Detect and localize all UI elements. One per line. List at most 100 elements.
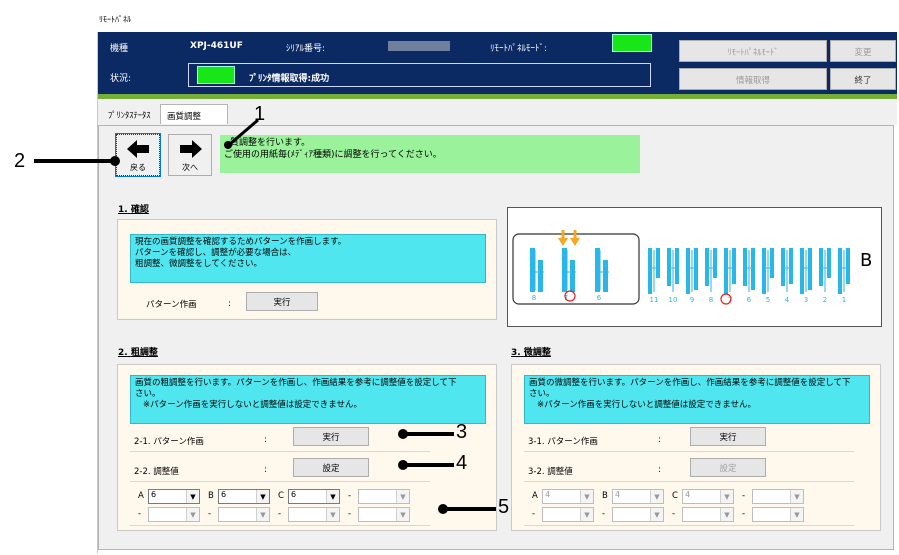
status-indicator — [197, 66, 235, 84]
back-button[interactable]: 戻る — [115, 133, 161, 177]
section1-description: 現在の画質調整を確認するためパターンを作画します。 パターンを確認し、調整が必要… — [130, 234, 486, 283]
dropdown-arrow-icon: ▼ — [580, 490, 593, 503]
section1-pattern-label: パターン作画 — [146, 300, 197, 310]
dropdown-arrow-icon: ▼ — [326, 490, 339, 503]
section2-select-label-3: - — [348, 491, 352, 501]
pattern-bar — [675, 248, 679, 284]
pattern-bar — [570, 260, 575, 292]
section3-separator-2 — [524, 481, 854, 482]
pattern-bar — [846, 248, 850, 284]
tab-quality-adjustment[interactable]: 画質調整 — [160, 104, 228, 124]
section2-select-0[interactable]: 6 ▼ — [148, 489, 200, 504]
section2-select-4[interactable]: ▼ — [148, 507, 200, 522]
callout-3-number: 3 — [456, 421, 468, 443]
dropdown-arrow-icon: ▼ — [650, 508, 663, 521]
section2-number: 2. — [118, 348, 128, 358]
get-info-button[interactable]: 情報取得 — [679, 68, 827, 90]
pattern-bar — [713, 248, 717, 278]
arrow-down-icon — [573, 230, 577, 238]
section3-box: 画質の微調整を行います。パターンを作画し、作画結果を参考に調整値を設定して下 さ… — [511, 364, 881, 531]
pattern-bar — [603, 260, 608, 292]
tab-printer-status[interactable]: ﾌﾟﾘﾝﾀｽﾃｰﾀｽ — [102, 104, 157, 126]
section3-separator-1 — [524, 451, 854, 452]
pattern-bar — [789, 248, 793, 284]
change-button[interactable]: 変更 — [830, 40, 896, 62]
back-button-label: 戻る — [130, 163, 146, 172]
section1-run-button[interactable]: 実行 — [246, 292, 318, 311]
section3-select-value-0: 4 — [545, 490, 551, 499]
section3-select-6[interactable]: ▼ — [682, 507, 734, 522]
pattern-left-number: 6 — [597, 294, 602, 302]
window-title: ﾘﾓｰﾄﾊﾟﾈﾙ — [97, 10, 897, 32]
section2-select-7[interactable]: ▼ — [358, 507, 410, 522]
pattern-right-number: 1 — [842, 296, 846, 304]
remote-mode-label: ﾘﾓｰﾄﾊﾟﾈﾙﾓｰﾄﾞ: — [490, 44, 548, 54]
dropdown-arrow-icon: ▼ — [256, 508, 269, 521]
pattern-right-number: 10 — [669, 296, 678, 304]
section3-select-label-7: - — [742, 509, 746, 519]
section3-select-5[interactable]: ▼ — [612, 507, 664, 522]
dropdown-arrow-icon: ▼ — [186, 490, 199, 503]
section2-select-3[interactable]: ▼ — [358, 489, 410, 504]
section2-step2-colon: : — [264, 465, 267, 475]
pattern-bar — [686, 248, 690, 294]
pattern-bar — [743, 248, 747, 286]
next-button[interactable]: 次へ — [168, 134, 212, 176]
remote-mode-button[interactable]: ﾘﾓｰﾄﾊﾟﾈﾙﾓｰﾄﾞ — [679, 40, 827, 62]
pattern-right-number: 11 — [650, 296, 659, 304]
section2-select-value-1: 6 — [221, 490, 227, 499]
dropdown-arrow-icon: ▼ — [396, 490, 409, 503]
section1-number: 1. — [118, 205, 128, 215]
pattern-right-number: 8 — [709, 296, 713, 304]
section2-desc-line2: さい。 — [135, 389, 161, 399]
status-box: ﾌﾟﾘﾝﾀ情報取得:成功 — [188, 63, 651, 87]
section2-step1-colon: : — [264, 435, 267, 445]
exit-button[interactable]: 終了 — [830, 68, 896, 90]
section3-select-value-1: 4 — [615, 490, 621, 499]
pattern-bar — [530, 248, 535, 292]
section3-select-3[interactable]: ▼ — [752, 489, 804, 504]
dropdown-arrow-icon: ▼ — [186, 508, 199, 521]
section2-step1-label: 2-1. パターン作画 — [134, 437, 204, 447]
dropdown-arrow-icon: ▼ — [396, 508, 409, 521]
section3-select-2[interactable]: 4 ▼ — [682, 489, 734, 504]
pattern-bar — [770, 248, 774, 278]
pattern-bar — [648, 248, 652, 294]
section3-select-label-1: B — [602, 491, 608, 501]
section3-select-1[interactable]: 4 ▼ — [612, 489, 664, 504]
section3-select-0[interactable]: 4 ▼ — [542, 489, 594, 504]
section2-run-button[interactable]: 実行 — [293, 427, 369, 446]
section2-separator-2 — [130, 481, 430, 482]
section2-select-1[interactable]: 6 ▼ — [218, 489, 270, 504]
pattern-right-number: 2 — [823, 296, 827, 304]
serial-value-redacted — [388, 41, 450, 51]
section3-select-4[interactable]: ▼ — [542, 507, 594, 522]
dropdown-arrow-icon: ▼ — [790, 508, 803, 521]
pattern-diagram: 8 7 6 11 10 9 8 7 6 5 4 3 2 1 B — [507, 207, 882, 327]
section2-select-label-0: A — [138, 491, 144, 501]
section2-select-6[interactable]: ▼ — [288, 507, 340, 522]
section2-desc-line1: 画質の粗調整を行います。パターンを作画し、作画結果を参考に調整値を設定して下 — [135, 378, 457, 388]
section2-set-button[interactable]: 設定 — [293, 458, 369, 477]
serial-label: ｼﾘｱﾙ番号: — [286, 44, 326, 54]
dropdown-arrow-icon: ▼ — [720, 490, 733, 503]
arrow-left-icon — [127, 140, 149, 158]
model-label: 機種 — [110, 44, 129, 54]
dropdown-arrow-icon: ▼ — [326, 508, 339, 521]
pattern-bar — [694, 248, 698, 290]
section3-desc-line1: 画質の微調整を行います。パターンを作画し、作画結果を参考に調整値を設定して下 — [529, 378, 851, 388]
section3-select-7[interactable]: ▼ — [752, 507, 804, 522]
model-value: XPJ-461UF — [190, 41, 243, 51]
callout-2-dot — [110, 156, 120, 166]
pattern-bar — [667, 248, 671, 286]
section2-select-5[interactable]: ▼ — [218, 507, 270, 522]
pattern-bar — [762, 248, 766, 294]
section3-set-button[interactable]: 設定 — [690, 458, 766, 477]
status-value: ﾌﾟﾘﾝﾀ情報取得:成功 — [249, 74, 330, 84]
section2-select-2[interactable]: 6 ▼ — [288, 489, 340, 504]
section2-title-text: 粗調整 — [130, 348, 158, 358]
section3-number: 3. — [511, 348, 521, 358]
pattern-right-number: 6 — [747, 296, 752, 304]
section3-run-button[interactable]: 実行 — [690, 427, 766, 446]
instruction-line-2: ご使用の用紙毎(ﾒﾃﾞｨｱ種類)に調整を行ってください。 — [224, 150, 442, 160]
